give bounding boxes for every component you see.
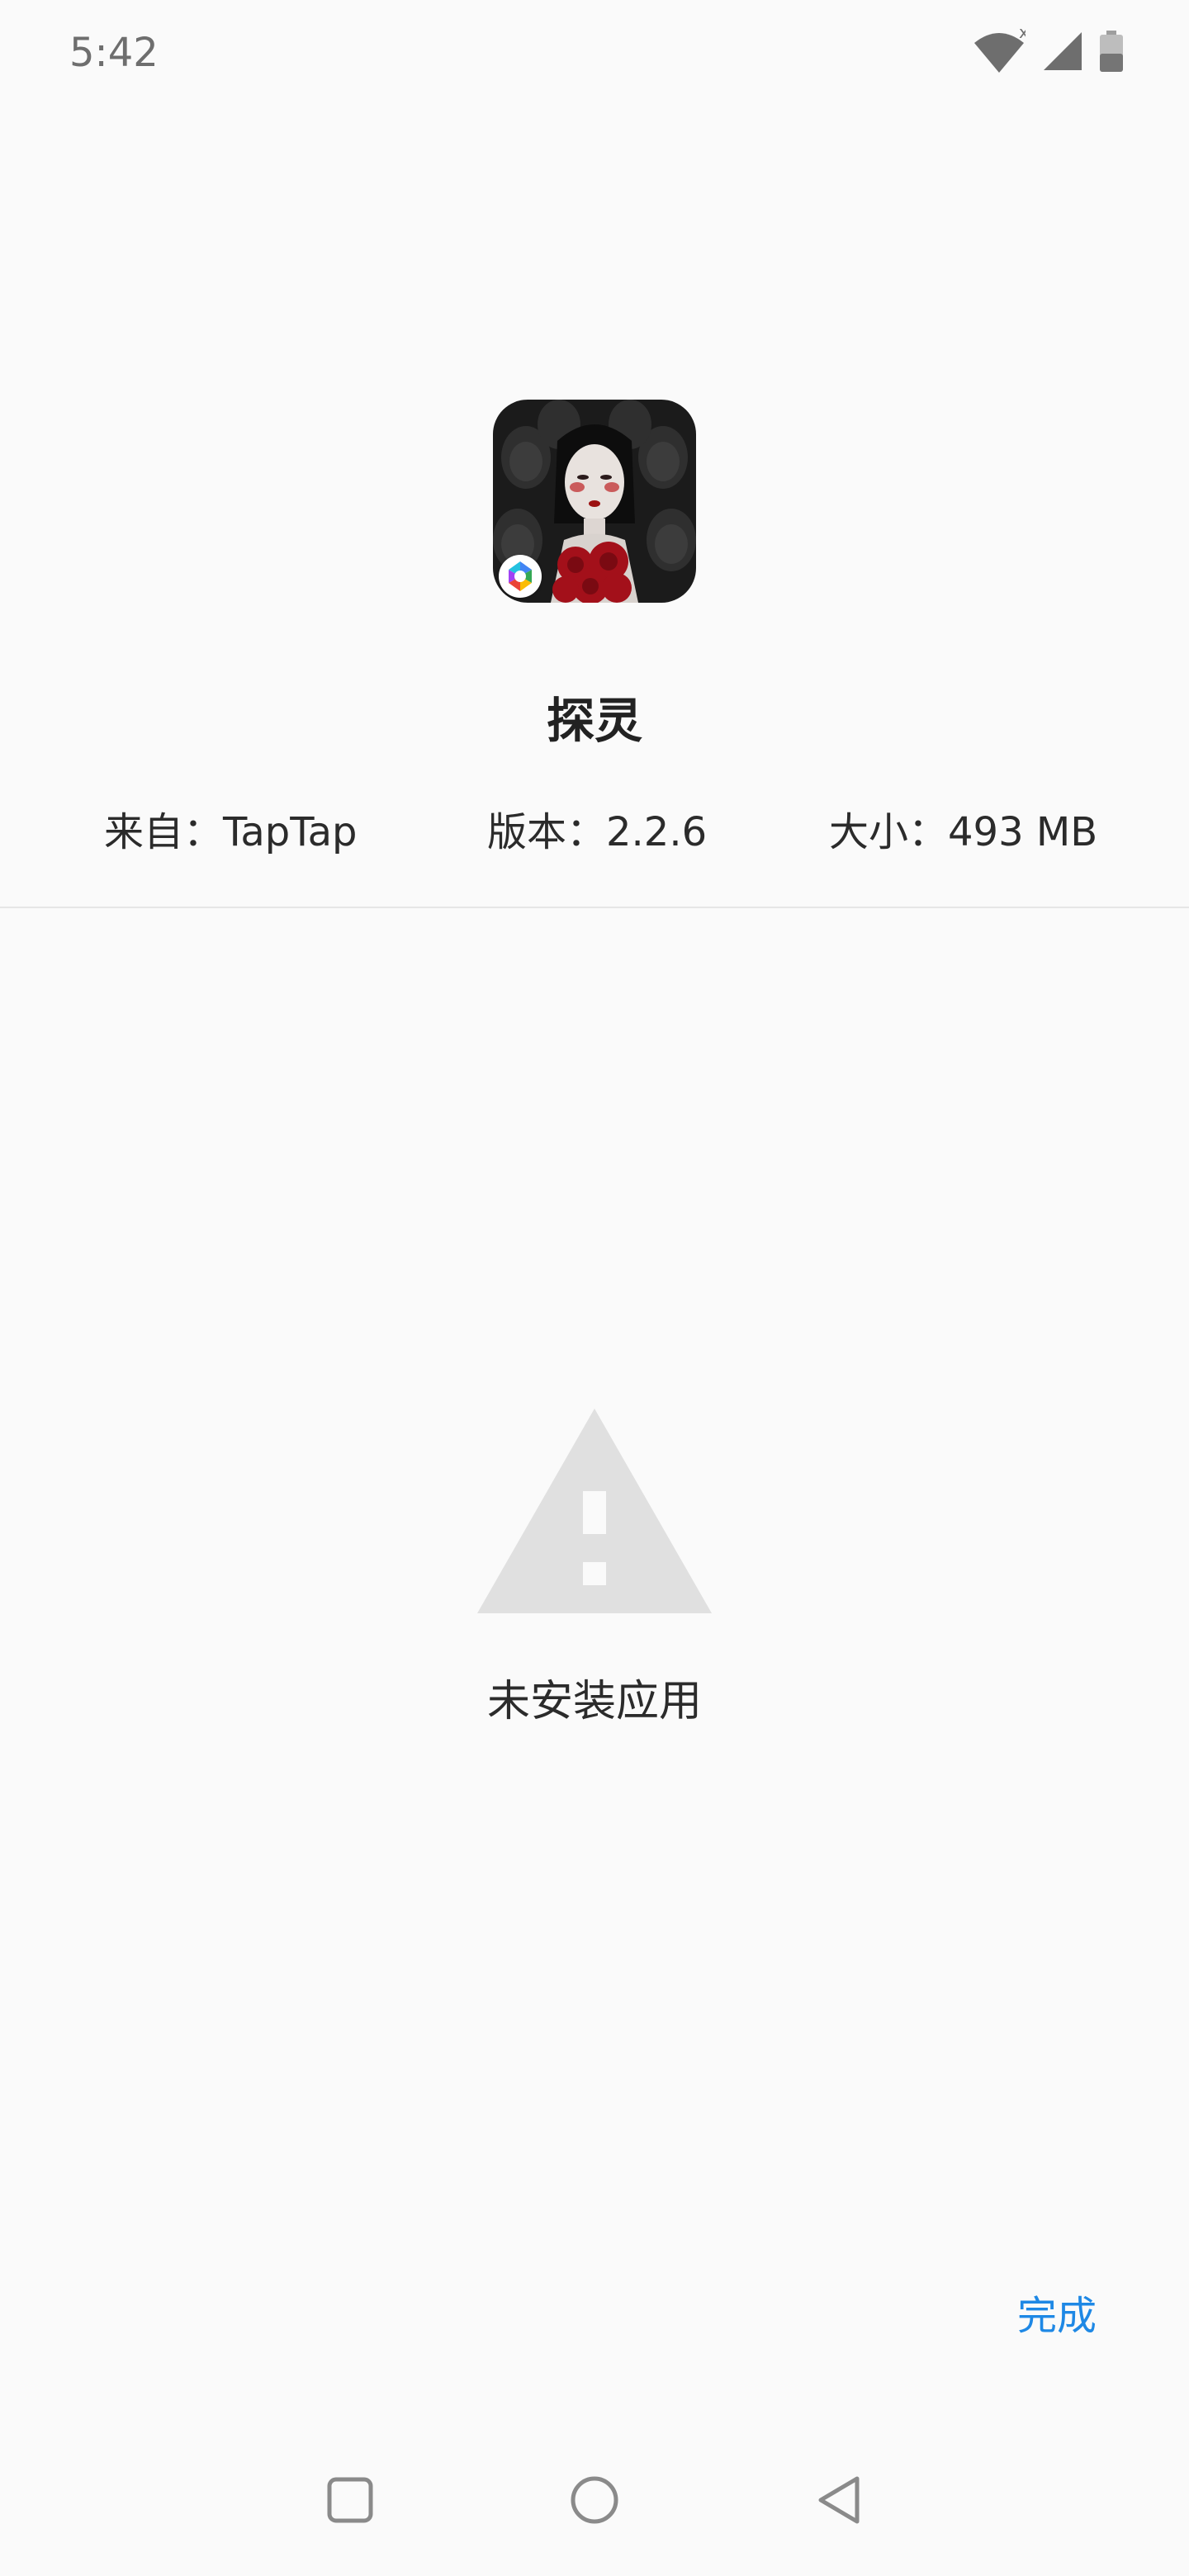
warning-icon [477,1409,712,1613]
status-time: 5:42 [69,30,159,76]
wifi-icon: x [973,22,1029,78]
back-button[interactable] [806,2469,872,2535]
done-button[interactable]: 完成 [999,2279,1115,2345]
navigation-bar [0,2427,1189,2576]
home-button[interactable] [561,2469,628,2535]
installer-badge-icon [499,555,542,598]
battery-icon [1100,31,1123,75]
status-icons: x [973,22,1123,78]
recents-button[interactable] [317,2469,383,2535]
meta-version: 版本：2.2.6 [487,809,708,855]
app-name: 探灵 [546,693,642,749]
meta-size: 大小：493 MB [829,809,1098,855]
square-icon [327,2477,373,2526]
status-bar: 5:42 x [0,0,1189,107]
triangle-back-icon [816,2475,862,2528]
circle-icon [570,2475,619,2528]
svg-text:x: x [1019,28,1026,42]
divider [0,907,1189,908]
install-status-message: 未安装应用 [486,1677,702,1726]
app-install-result-screen: 5:42 x 探灵 来自：TapTap 版本：2.2.6 大小：493 MB 未… [0,0,1189,2576]
cell-signal-icon [1042,31,1083,75]
meta-source: 来自：TapTap [104,809,358,855]
